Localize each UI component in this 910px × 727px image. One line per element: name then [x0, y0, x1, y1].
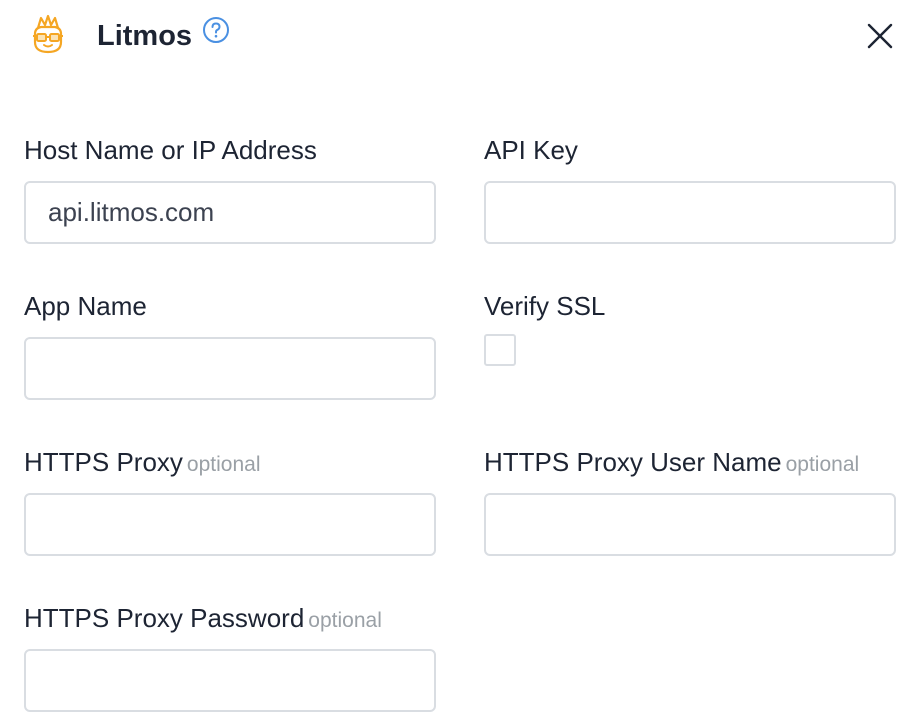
optional-hint: optional	[785, 453, 860, 476]
https-proxy-password-input[interactable]	[24, 649, 436, 712]
https-proxy-label: HTTPS Proxy optional	[24, 446, 260, 481]
close-icon[interactable]	[866, 22, 894, 50]
app-name-input[interactable]	[24, 337, 436, 400]
api-key-label-text: API Key	[484, 135, 578, 165]
https-proxy-user-label-text: HTTPS Proxy User Name	[484, 447, 782, 477]
api-key-input[interactable]	[484, 181, 896, 244]
question-circle-icon[interactable]	[202, 16, 230, 44]
verify-ssl-label: Verify SSL	[484, 290, 605, 322]
litmos-logo-icon	[28, 14, 68, 56]
verify-ssl-checkbox[interactable]	[484, 334, 516, 366]
api-key-label: API Key	[484, 134, 578, 166]
dialog-header: Litmos	[0, 0, 910, 80]
https-proxy-label-text: HTTPS Proxy	[24, 447, 183, 477]
https-proxy-user-label: HTTPS Proxy User Name optional	[484, 446, 859, 481]
optional-hint: optional	[186, 453, 261, 476]
host-name-label: Host Name or IP Address	[24, 134, 317, 166]
app-name-label: App Name	[24, 290, 147, 322]
host-name-input[interactable]	[24, 181, 436, 244]
verify-ssl-label-text: Verify SSL	[484, 291, 606, 321]
page-title: Litmos	[97, 20, 193, 52]
https-proxy-user-input[interactable]	[484, 493, 896, 556]
https-proxy-password-label-text: HTTPS Proxy Password	[24, 603, 305, 633]
app-name-label-text: App Name	[24, 291, 147, 321]
optional-hint: optional	[308, 609, 382, 632]
https-proxy-password-label: HTTPS Proxy Password optional	[24, 602, 382, 637]
https-proxy-input[interactable]	[24, 493, 436, 556]
host-name-label-text: Host Name or IP Address	[24, 135, 317, 165]
